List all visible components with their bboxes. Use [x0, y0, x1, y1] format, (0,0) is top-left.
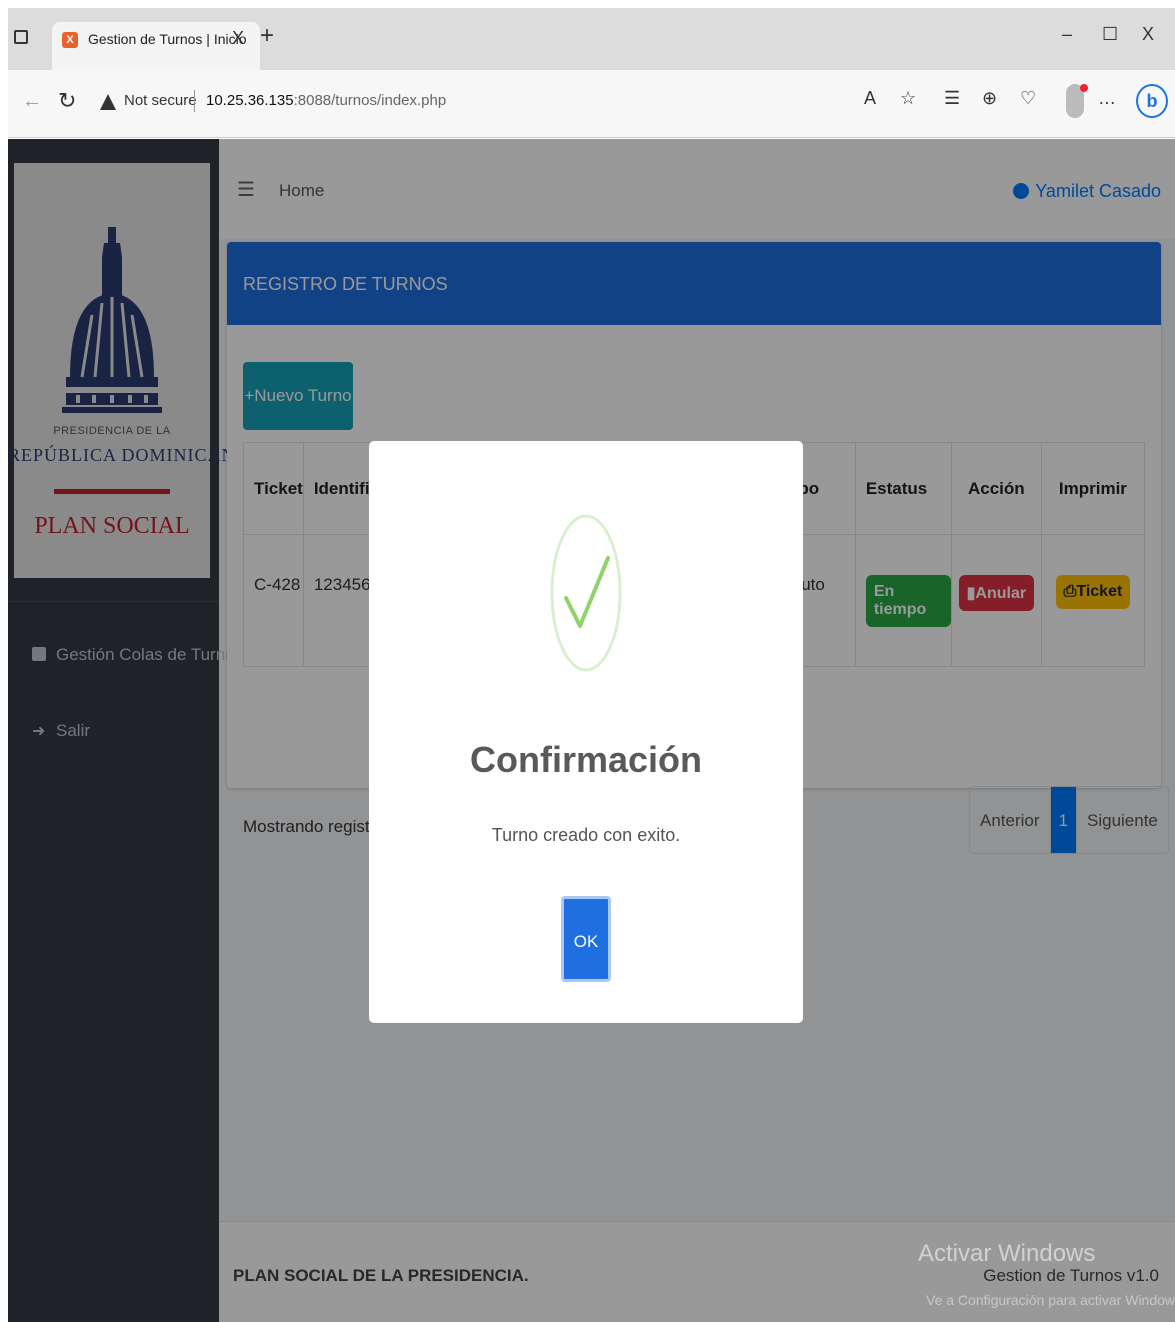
collections-icon[interactable]: ⊕	[982, 88, 997, 109]
back-arrow-icon[interactable]: ←	[22, 90, 42, 113]
security-label[interactable]: Not secure	[124, 92, 197, 109]
tab-actions-icon[interactable]	[14, 30, 28, 44]
favorite-star-icon[interactable]: ☆	[900, 88, 916, 109]
ok-button[interactable]: OK	[561, 896, 611, 982]
windows-watermark-title: Activar Windows	[918, 1240, 1096, 1267]
warning-icon[interactable]	[100, 94, 116, 110]
maximize-button[interactable]: ☐	[1102, 24, 1118, 45]
success-check-icon	[550, 514, 622, 672]
url-host: 10.25.36.135	[206, 92, 294, 109]
favorites-list-icon[interactable]: ☰	[944, 88, 960, 109]
dialog-message: Turno creado con exito.	[491, 825, 681, 845]
minimize-button[interactable]: –	[1062, 24, 1072, 45]
tab-title: Gestion de Turnos | Inicio	[88, 31, 247, 47]
confirmation-dialog: Confirmación Turno creado con exito. OK	[369, 441, 803, 1023]
new-tab-button[interactable]: +	[260, 22, 274, 50]
tab-close-icon[interactable]: X	[232, 28, 244, 49]
health-icon[interactable]: ♡	[1020, 88, 1036, 109]
browser-tab[interactable]: X Gestion de Turnos | Inicio X	[52, 22, 260, 70]
url-separator	[194, 90, 195, 112]
more-menu-icon[interactable]: …	[1098, 88, 1116, 109]
read-aloud-icon[interactable]: A	[864, 88, 876, 109]
site-favicon-icon: X	[62, 32, 78, 48]
close-window-button[interactable]: X	[1142, 24, 1154, 45]
address-bar: ← ↻ Not secure 10.25.36.135:8088/turnos/…	[8, 70, 1175, 138]
url-field[interactable]: 10.25.36.135:8088/turnos/index.php	[206, 92, 446, 109]
bing-icon[interactable]: b	[1136, 84, 1168, 118]
notification-dot-icon	[1080, 84, 1088, 92]
reload-icon[interactable]: ↻	[58, 88, 76, 114]
browser-tab-bar: X Gestion de Turnos | Inicio X + – ☐ X	[8, 8, 1175, 70]
windows-watermark-subtitle: Ve a Configuración para activar Windows.	[926, 1292, 1175, 1308]
url-path: :8088/turnos/index.php	[293, 92, 447, 109]
dialog-title: Confirmación	[469, 739, 702, 780]
